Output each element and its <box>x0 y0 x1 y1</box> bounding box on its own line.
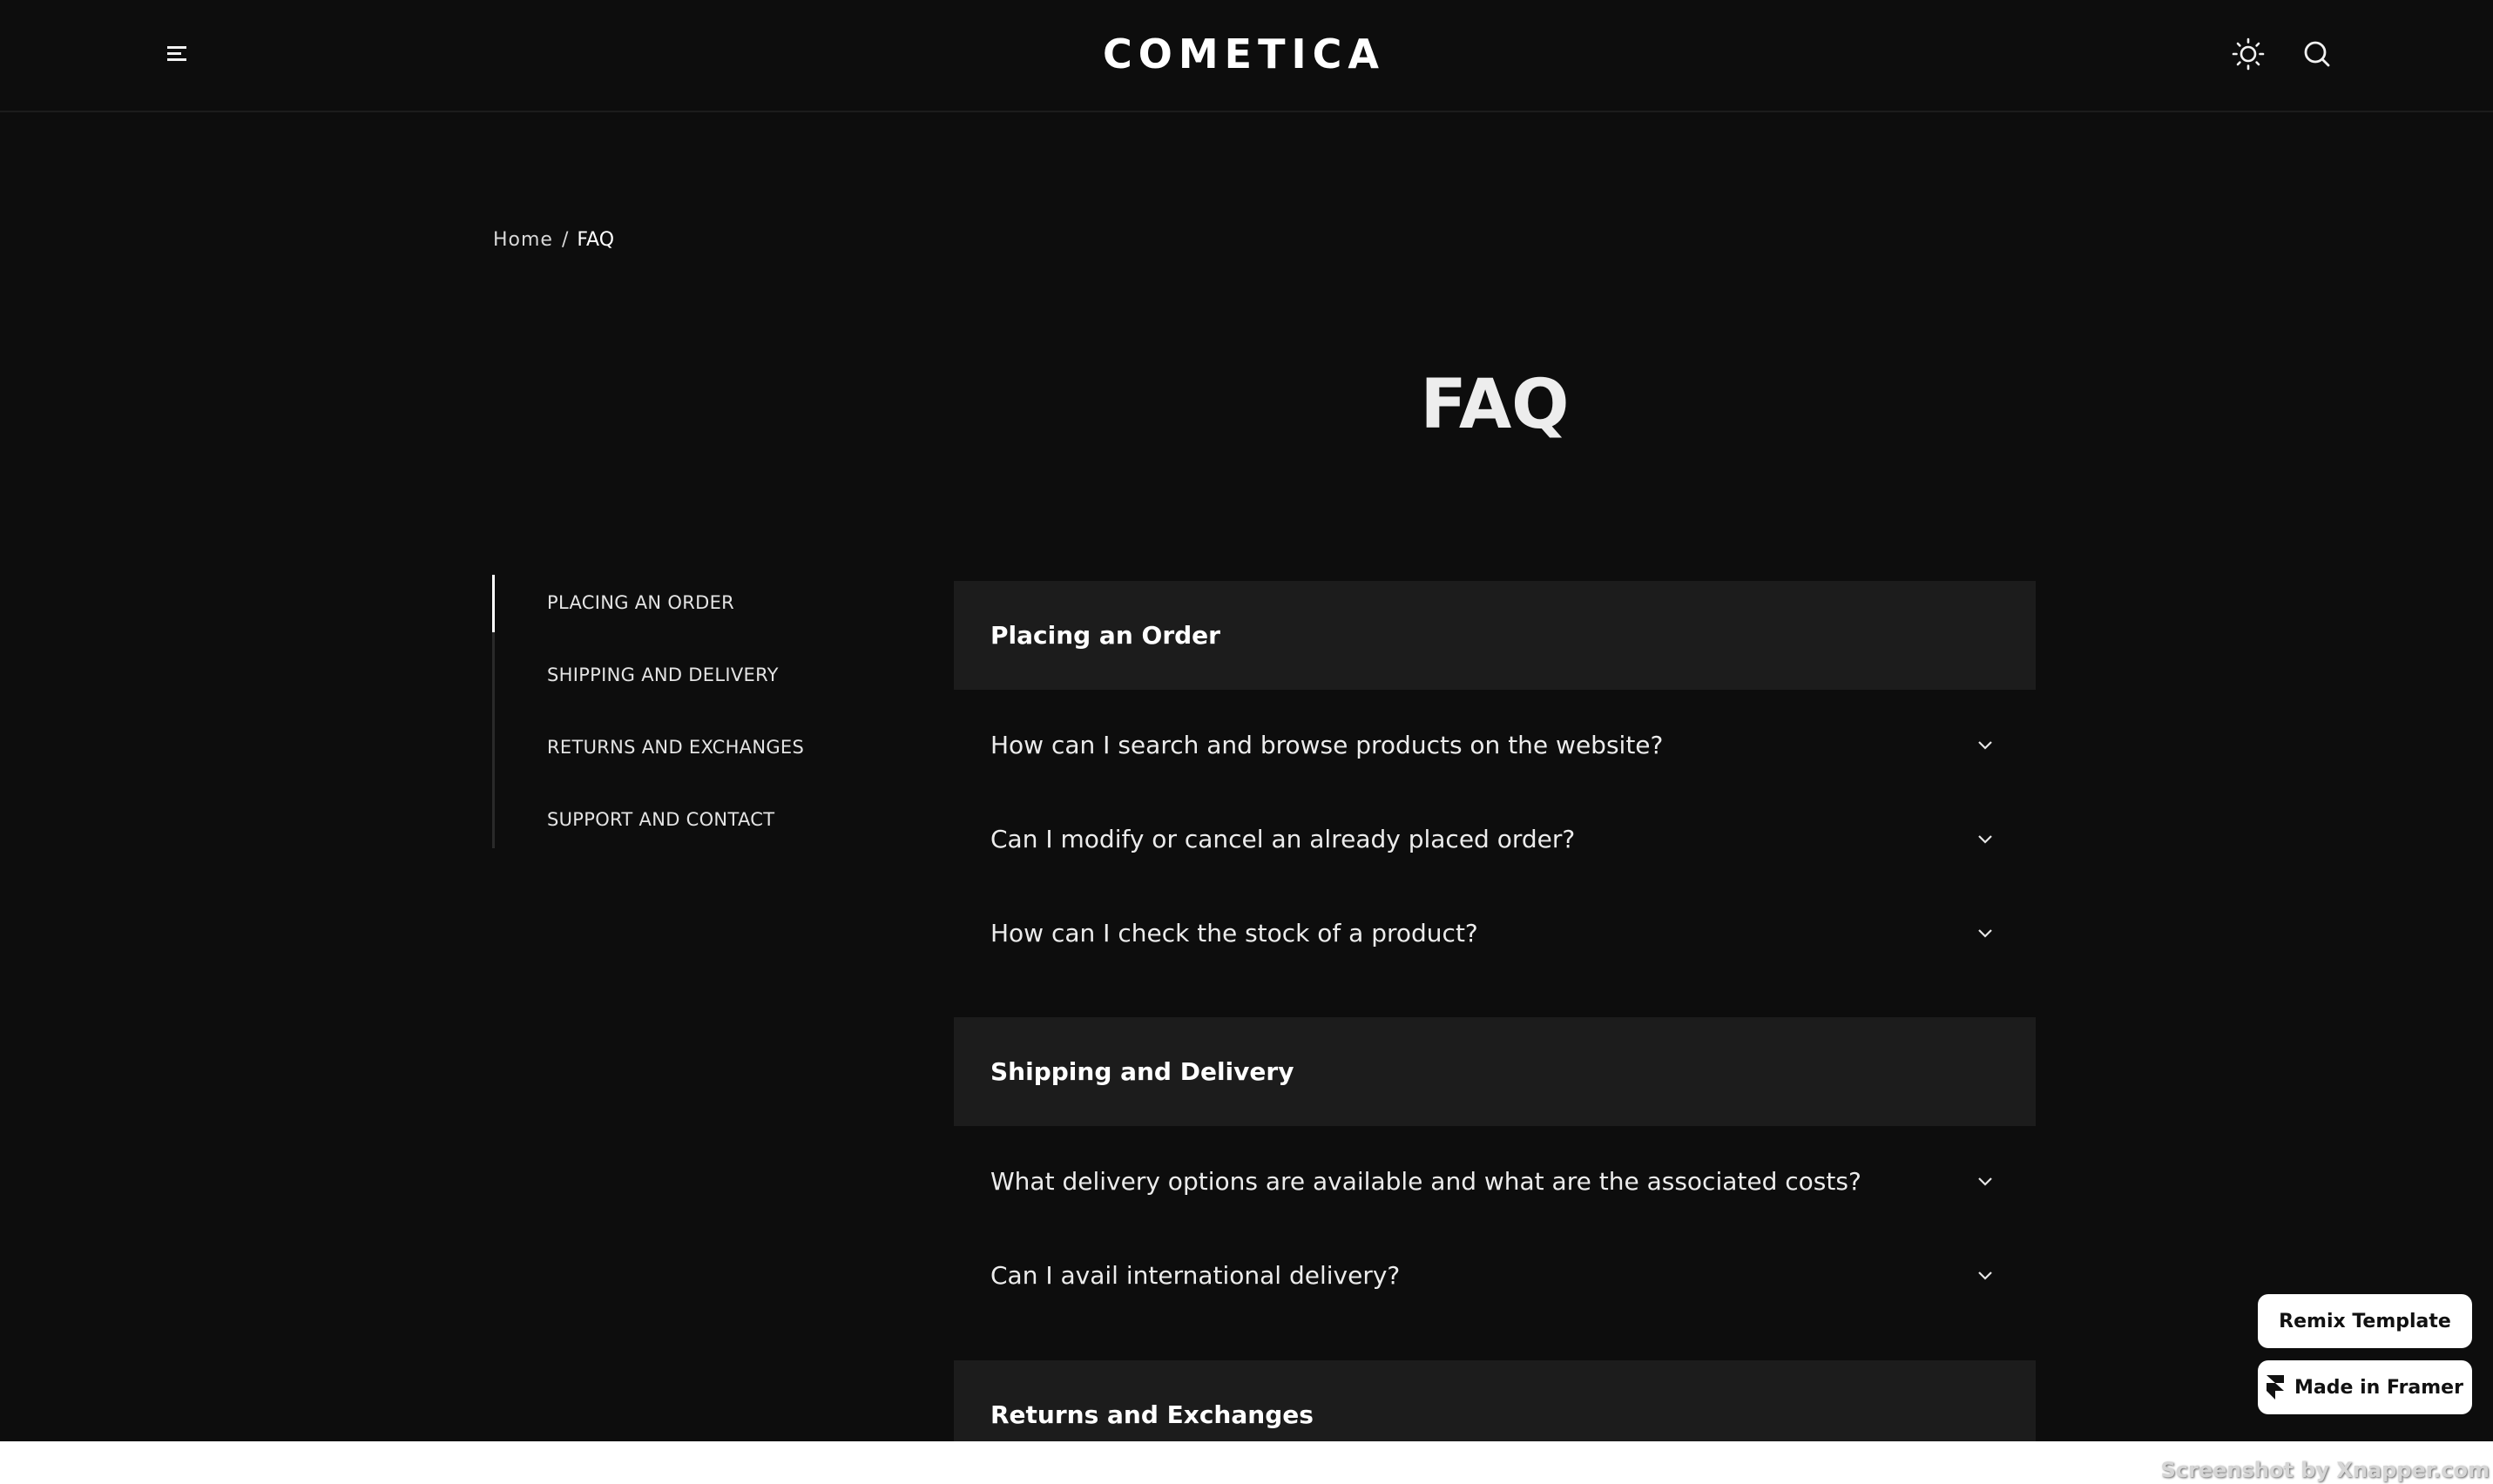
faq-question-text: How can I check the stock of a product? <box>990 918 1478 948</box>
faq-category-nav: PLACING AN ORDER SHIPPING AND DELIVERY R… <box>492 575 861 848</box>
sun-icon[interactable] <box>2231 37 2266 71</box>
hamburger-menu-icon[interactable] <box>166 42 190 66</box>
sidenav-item-returns-and-exchanges[interactable]: RETURNS AND EXCHANGES <box>547 737 804 758</box>
faq-question-row[interactable]: How can I search and browse products on … <box>954 701 2036 788</box>
site-header: COMETICA <box>0 0 2493 112</box>
chevron-down-icon <box>1978 835 1992 844</box>
footer-strip <box>0 1441 2493 1484</box>
section-title: Placing an Order <box>990 621 1220 650</box>
faq-question-row[interactable]: How can I check the stock of a product? <box>954 889 2036 976</box>
breadcrumb-separator: / <box>561 229 569 251</box>
chevron-down-icon <box>1978 1177 1992 1186</box>
section-header-placing-an-order: Placing an Order <box>954 581 2036 690</box>
faq-question-row[interactable]: Can I avail international delivery? <box>954 1231 2036 1319</box>
faq-question-row[interactable]: Can I modify or cancel an already placed… <box>954 795 2036 882</box>
chevron-down-icon <box>1978 929 1992 938</box>
breadcrumb-current: FAQ <box>577 229 615 251</box>
faq-question-text: Can I modify or cancel an already placed… <box>990 824 1576 853</box>
sidenav-item-shipping-and-delivery[interactable]: SHIPPING AND DELIVERY <box>547 664 779 685</box>
screenshot-watermark: Screenshot by Xnapper.com <box>2160 1458 2490 1482</box>
breadcrumb-home-link[interactable]: Home <box>493 229 553 251</box>
search-icon[interactable] <box>2300 37 2334 71</box>
faq-question-text: What delivery options are available and … <box>990 1166 1861 1196</box>
sidenav-item-support-and-contact[interactable]: SUPPORT AND CONTACT <box>547 809 774 830</box>
active-indicator <box>492 575 495 632</box>
made-in-framer-button[interactable]: Made in Framer <box>2258 1360 2472 1414</box>
made-in-framer-label: Made in Framer <box>2294 1376 2463 1399</box>
breadcrumb: Home / FAQ <box>493 229 614 251</box>
page-title: FAQ <box>1420 366 1570 444</box>
section-header-shipping-and-delivery: Shipping and Delivery <box>954 1017 2036 1126</box>
sidenav-item-placing-an-order[interactable]: PLACING AN ORDER <box>547 592 734 613</box>
remix-template-label: Remix Template <box>2279 1310 2451 1332</box>
faq-question-text: How can I search and browse products on … <box>990 730 1664 759</box>
faq-question-row[interactable]: What delivery options are available and … <box>954 1137 2036 1224</box>
chevron-down-icon <box>1978 1272 1992 1280</box>
remix-template-button[interactable]: Remix Template <box>2258 1294 2472 1348</box>
framer-logo-icon <box>2267 1375 2285 1400</box>
section-title: Returns and Exchanges <box>990 1400 1314 1429</box>
chevron-down-icon <box>1978 741 1992 750</box>
section-title: Shipping and Delivery <box>990 1057 1294 1086</box>
faq-question-text: Can I avail international delivery? <box>990 1260 1401 1290</box>
site-logo[interactable]: COMETICA <box>1070 26 1418 82</box>
